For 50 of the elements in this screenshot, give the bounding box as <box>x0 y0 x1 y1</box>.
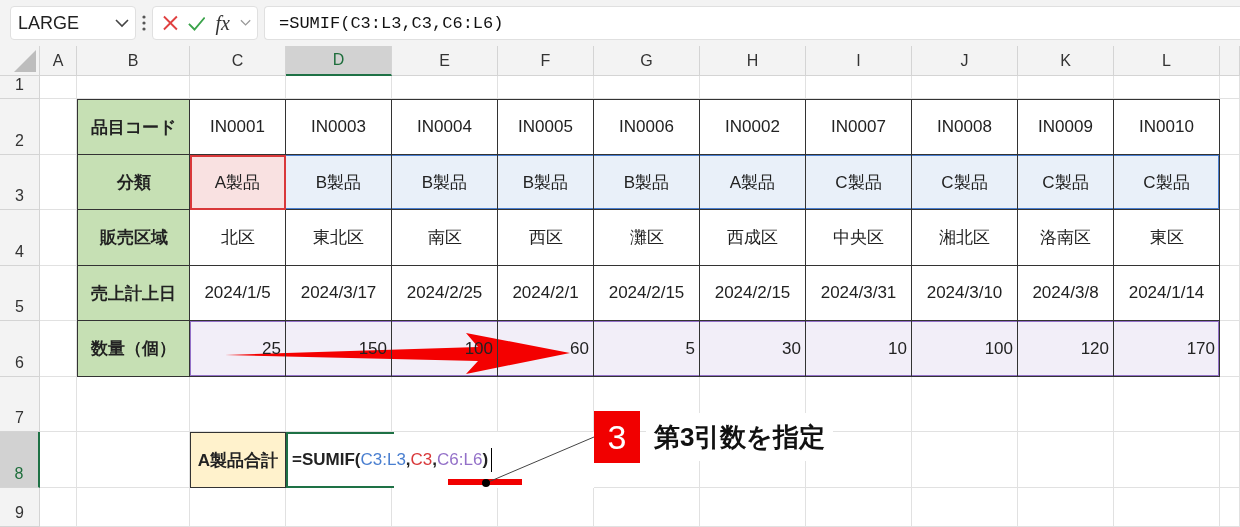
row-header[interactable]: 1 <box>0 76 40 99</box>
row-header[interactable]: 6 <box>0 321 40 377</box>
row-label: 分類 <box>77 155 190 210</box>
insert-function-button[interactable]: fx <box>215 11 230 35</box>
row-header[interactable]: 2 <box>0 99 40 155</box>
table-cell: 湘北区 <box>912 210 1018 266</box>
column-header[interactable]: J <box>912 46 1018 76</box>
column-header[interactable]: B <box>77 46 190 76</box>
table-cell: A製品 <box>190 155 286 210</box>
cancel-icon[interactable] <box>163 15 178 31</box>
more-options-icon[interactable] <box>142 15 146 31</box>
formula-cell[interactable]: =SUMIF(C3:L3,C3,C6:L6) <box>286 432 594 488</box>
name-box[interactable]: LARGE <box>10 6 136 40</box>
column-header[interactable]: K <box>1018 46 1114 76</box>
table-cell: 東区 <box>1114 210 1220 266</box>
select-all-icon[interactable] <box>14 50 36 72</box>
row-header[interactable]: 3 <box>0 155 40 210</box>
row-header[interactable]: 5 <box>0 266 40 321</box>
step-number: 3 <box>594 411 640 463</box>
check-icon[interactable] <box>187 15 206 31</box>
column-header[interactable]: L <box>1114 46 1220 76</box>
row-header[interactable]: 9 <box>0 488 40 527</box>
table-cell: 西区 <box>498 210 594 266</box>
column-header[interactable]: C <box>190 46 286 76</box>
row-header[interactable]: 4 <box>0 210 40 266</box>
row-label: 数量（個） <box>77 321 190 377</box>
column-header[interactable]: D <box>286 46 392 76</box>
row-label: 売上計上日 <box>77 266 190 321</box>
table-cell: 灘区 <box>594 210 700 266</box>
table-cell: 南区 <box>392 210 498 266</box>
row-label: 品目コード <box>77 99 190 155</box>
column-header[interactable]: I <box>806 46 912 76</box>
table-cell: 西成区 <box>700 210 806 266</box>
row-header[interactable]: 7 <box>0 377 40 432</box>
column-header[interactable]: F <box>498 46 594 76</box>
column-header[interactable]: G <box>594 46 700 76</box>
row-label: 販売区域 <box>77 210 190 266</box>
formula-input[interactable]: =SUMIF(C3:L3,C3,C6:L6) <box>264 6 1240 40</box>
column-header[interactable]: H <box>700 46 806 76</box>
table-cell: 北区 <box>190 210 286 266</box>
select-all-corner[interactable] <box>0 46 40 76</box>
callout-text: 第3引数を指定 <box>646 413 834 461</box>
row-header[interactable]: 8 <box>0 432 40 488</box>
column-header[interactable]: E <box>392 46 498 76</box>
chevron-down-icon[interactable] <box>115 18 129 28</box>
table-cell: 東北区 <box>286 210 392 266</box>
total-label: A製品合計 <box>190 432 286 488</box>
table-cell: 洛南区 <box>1018 210 1114 266</box>
column-header[interactable]: A <box>40 46 77 76</box>
table-cell: 中央区 <box>806 210 912 266</box>
